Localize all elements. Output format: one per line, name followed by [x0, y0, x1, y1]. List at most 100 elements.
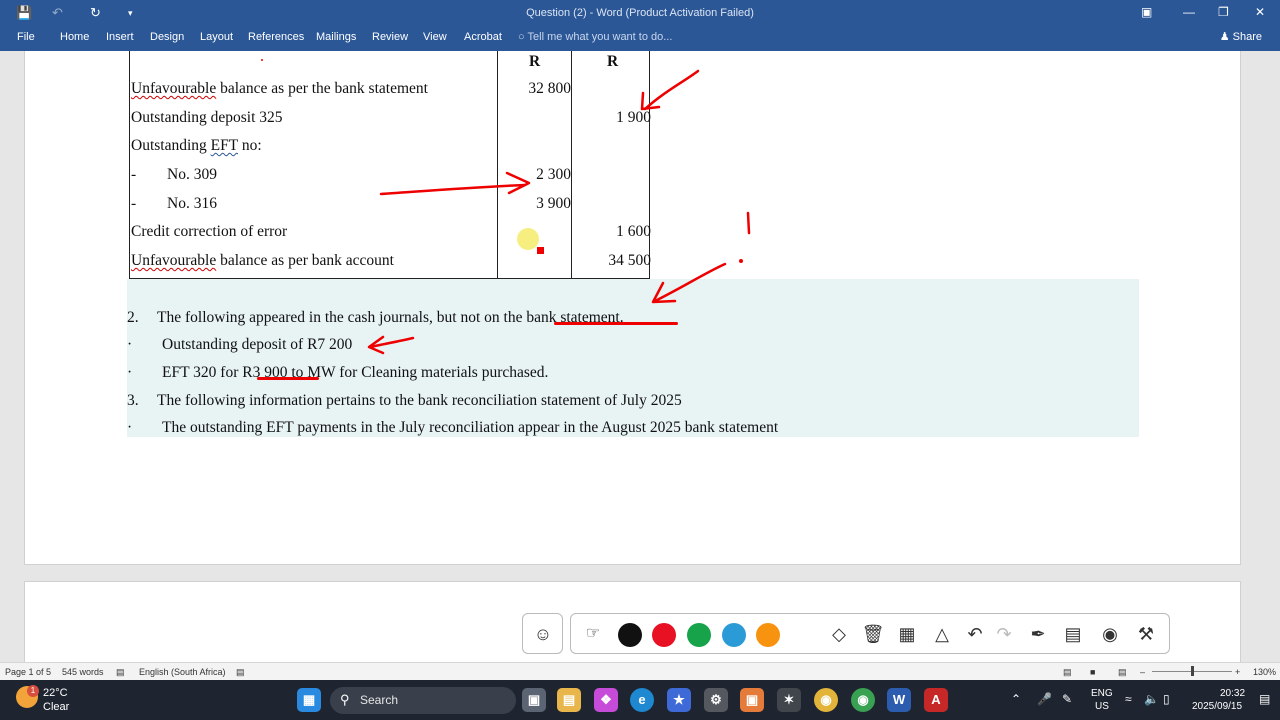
zoom-level[interactable]: 130% — [1253, 667, 1276, 677]
tab-review[interactable]: Review — [372, 31, 408, 43]
wifi-icon[interactable]: ≈ — [1125, 692, 1132, 706]
tab-insert[interactable]: Insert — [106, 31, 134, 43]
row-col1: 32 800 — [528, 80, 571, 97]
show-hidden-icons[interactable]: ⌃ — [1011, 692, 1021, 706]
macro-icon[interactable]: ▤ — [236, 667, 245, 678]
row-label: No. 316 — [167, 195, 217, 212]
task-view-icon[interactable]: ▣ — [522, 688, 546, 712]
annotation-arrow-1900 — [643, 69, 700, 111]
start-icon[interactable]: ▦ — [297, 688, 321, 712]
word-icon[interactable]: W — [887, 688, 911, 712]
row-label: Credit correction of error — [131, 223, 288, 240]
tab-acrobat[interactable]: Acrobat — [464, 31, 502, 43]
slides-icon[interactable]: ▣ — [740, 688, 764, 712]
tab-layout[interactable]: Layout — [200, 31, 233, 43]
document-page[interactable]: R R Unfavourable balance as per the bank… — [24, 51, 1241, 565]
taskbar-search[interactable]: ⚲ Search — [330, 687, 516, 714]
table-border-col1 — [497, 51, 498, 279]
calendar-icon[interactable]: ▤ — [1061, 622, 1085, 646]
zoom-in-icon[interactable]: + — [1235, 667, 1240, 677]
notifications-icon[interactable]: ▤ — [1259, 692, 1270, 706]
battery-icon[interactable]: ▯ — [1163, 692, 1170, 706]
tab-view[interactable]: View — [423, 31, 447, 43]
item-number: 3. — [127, 392, 139, 409]
search-icon: ⚲ — [340, 692, 350, 707]
item-number: 2. — [127, 309, 139, 326]
copilot-icon[interactable]: ❖ — [594, 688, 618, 712]
row-label: Outstanding EFT no: — [131, 137, 262, 154]
zoom-out-icon[interactable]: – — [1140, 667, 1145, 677]
edge-icon[interactable]: e — [630, 688, 654, 712]
pen-color-green[interactable] — [687, 623, 711, 647]
pen-color-black[interactable] — [618, 623, 642, 647]
row-col1: 2 300 — [536, 166, 571, 183]
pen-icon[interactable]: ✎ — [1062, 692, 1072, 706]
screen-select-icon[interactable]: ▦ — [895, 622, 919, 646]
chrome-profile-icon[interactable]: ◉ — [851, 688, 875, 712]
title-bar: 💾 ↶ ↻ ▾ Question (2) - Word (Product Act… — [0, 0, 1280, 27]
store-icon[interactable]: ★ — [667, 688, 691, 712]
share-button[interactable]: ♟ Share — [1220, 30, 1262, 43]
microphone-icon[interactable]: 🎤 — [1037, 692, 1052, 706]
pen-color-orange[interactable] — [756, 623, 780, 647]
taskbar: 1 22°C Clear ▦ ⚲ Search ▣ ▤ ❖ e ★ ⚙ ▣ ✶ … — [0, 680, 1280, 720]
row-col2: 34 500 — [608, 252, 651, 269]
spelling-flag: Unfavourable — [131, 80, 217, 97]
tab-home[interactable]: Home — [60, 31, 89, 43]
file-explorer-icon[interactable]: ▤ — [557, 688, 581, 712]
app-icon[interactable]: ⚙ — [704, 688, 728, 712]
row-label-rest: balance as per the bank statement — [216, 80, 428, 97]
weather-badge: 1 — [27, 685, 39, 697]
proofing-icon[interactable]: ▤ — [116, 667, 125, 678]
shapes-icon[interactable]: △ — [930, 622, 954, 646]
ribbon-tabs: File Home Insert Design Layout Reference… — [0, 27, 1280, 51]
eraser-icon[interactable]: ◇ — [827, 622, 851, 646]
select-icon[interactable]: ☞ — [581, 622, 605, 646]
restore-icon[interactable]: ❐ — [1218, 5, 1229, 19]
web-layout-icon[interactable]: ▤ — [1118, 667, 1127, 678]
chrome-icon[interactable]: ◉ — [814, 688, 838, 712]
pin-icon[interactable]: ✒ — [1026, 622, 1050, 646]
underline-r3900 — [257, 377, 319, 380]
row-label: Outstanding deposit 325 — [131, 109, 283, 126]
volume-icon[interactable]: 🔈 — [1144, 692, 1159, 706]
notes-section: 2. The following appeared in the cash jo… — [127, 279, 1139, 437]
resolve-icon[interactable]: ✶ — [777, 688, 801, 712]
language-status[interactable]: English (South Africa) — [139, 667, 226, 677]
column-header-r2: R — [607, 53, 619, 70]
person-icon: ♟ — [1219, 31, 1230, 43]
row-col2: 1 600 — [616, 223, 651, 240]
tell-me-search[interactable]: ○ Tell me what you want to do... — [518, 31, 672, 43]
tab-design[interactable]: Design — [150, 31, 184, 43]
note-text: The following information pertains to th… — [157, 392, 682, 409]
weather-temp: 22°C — [43, 687, 68, 699]
language-top[interactable]: ENG — [1091, 688, 1113, 699]
minimize-icon[interactable]: — — [1183, 5, 1195, 19]
pen-color-red[interactable] — [652, 623, 676, 647]
close-icon[interactable]: ✕ — [1255, 5, 1265, 19]
clock-time[interactable]: 20:32 — [1220, 688, 1245, 699]
acrobat-icon[interactable]: A — [924, 688, 948, 712]
word-count[interactable]: 545 words — [62, 667, 104, 677]
bullet-text: Outstanding deposit of R7 200 — [162, 336, 353, 353]
ribbon-display-options-icon[interactable]: ▣ — [1141, 5, 1152, 19]
language-bottom[interactable]: US — [1095, 701, 1109, 712]
undo-icon[interactable]: ↶ — [963, 622, 987, 646]
redo-icon[interactable]: ↷ — [992, 622, 1016, 646]
pen-color-blue[interactable] — [722, 623, 746, 647]
page-count[interactable]: Page 1 of 5 — [5, 667, 51, 677]
delete-icon[interactable]: 🗑 — [861, 622, 885, 646]
print-layout-icon[interactable]: ■ — [1090, 667, 1095, 677]
clock-date[interactable]: 2025/09/15 — [1192, 701, 1242, 712]
emoji-button[interactable]: ☺ — [522, 613, 563, 654]
zoom-slider-thumb[interactable] — [1191, 666, 1194, 676]
annotation-arrowhead-1900 — [640, 91, 661, 111]
settings-icon[interactable]: ⚒ — [1134, 622, 1158, 646]
tab-file[interactable]: File — [17, 31, 35, 43]
read-mode-icon[interactable]: ▤ — [1063, 667, 1072, 678]
column-header-r1: R — [529, 53, 541, 70]
camera-icon[interactable]: ◉ — [1098, 622, 1122, 646]
tab-references[interactable]: References — [248, 31, 304, 43]
tab-mailings[interactable]: Mailings — [316, 31, 356, 43]
annotation-arrow-2300 — [379, 183, 527, 196]
